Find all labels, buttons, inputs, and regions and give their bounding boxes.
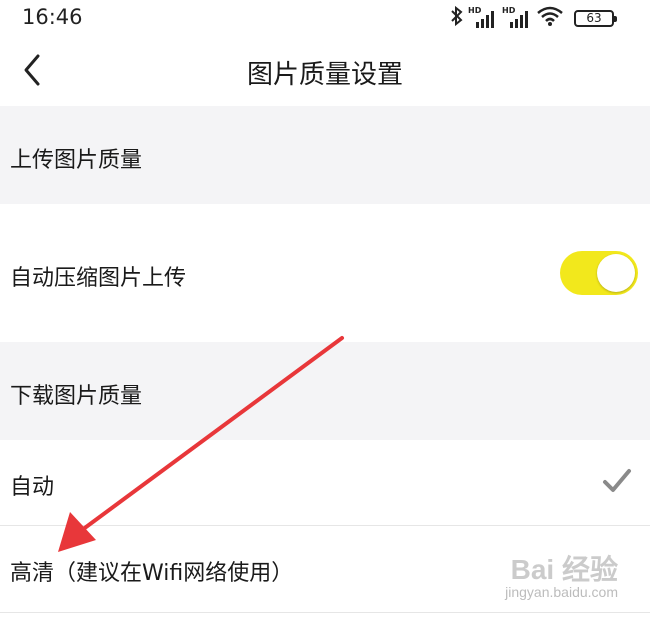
nav-bar: 图片质量设置: [0, 36, 650, 106]
watermark-sub: jingyan.baidu.com: [505, 584, 618, 600]
bluetooth-icon: [450, 5, 464, 31]
auto-compress-toggle[interactable]: [560, 251, 638, 295]
signal-icon: HD: [468, 6, 498, 29]
download-section-header: 下载图片质量: [0, 342, 650, 440]
battery-icon: 63: [574, 9, 617, 27]
auto-compress-row[interactable]: 自动压缩图片上传: [0, 204, 650, 342]
status-time: 16:46: [22, 5, 83, 29]
signal-icon: HD: [502, 6, 532, 29]
status-bar: 16:46 HD HD 63: [0, 0, 650, 36]
check-icon: [603, 469, 631, 492]
watermark-main: Bai 经验: [510, 554, 618, 585]
option-label: 高清（建议在Wifi网络使用）: [10, 561, 294, 586]
auto-compress-label: 自动压缩图片上传: [10, 266, 187, 291]
upload-section-header: 上传图片质量: [0, 106, 650, 204]
status-icons: HD HD 63: [450, 5, 617, 31]
divider: [0, 612, 650, 613]
wifi-icon: [536, 5, 564, 31]
baidu-watermark: Bai 经验 jingyan.baidu.com: [505, 548, 618, 600]
page-title: 图片质量设置: [246, 60, 403, 90]
section-title: 下载图片质量: [10, 384, 143, 409]
download-option-auto[interactable]: 自动: [0, 440, 650, 525]
toggle-knob: [597, 254, 635, 292]
battery-level: 63: [586, 11, 602, 25]
section-title: 上传图片质量: [10, 148, 143, 173]
option-label: 自动: [10, 475, 55, 500]
